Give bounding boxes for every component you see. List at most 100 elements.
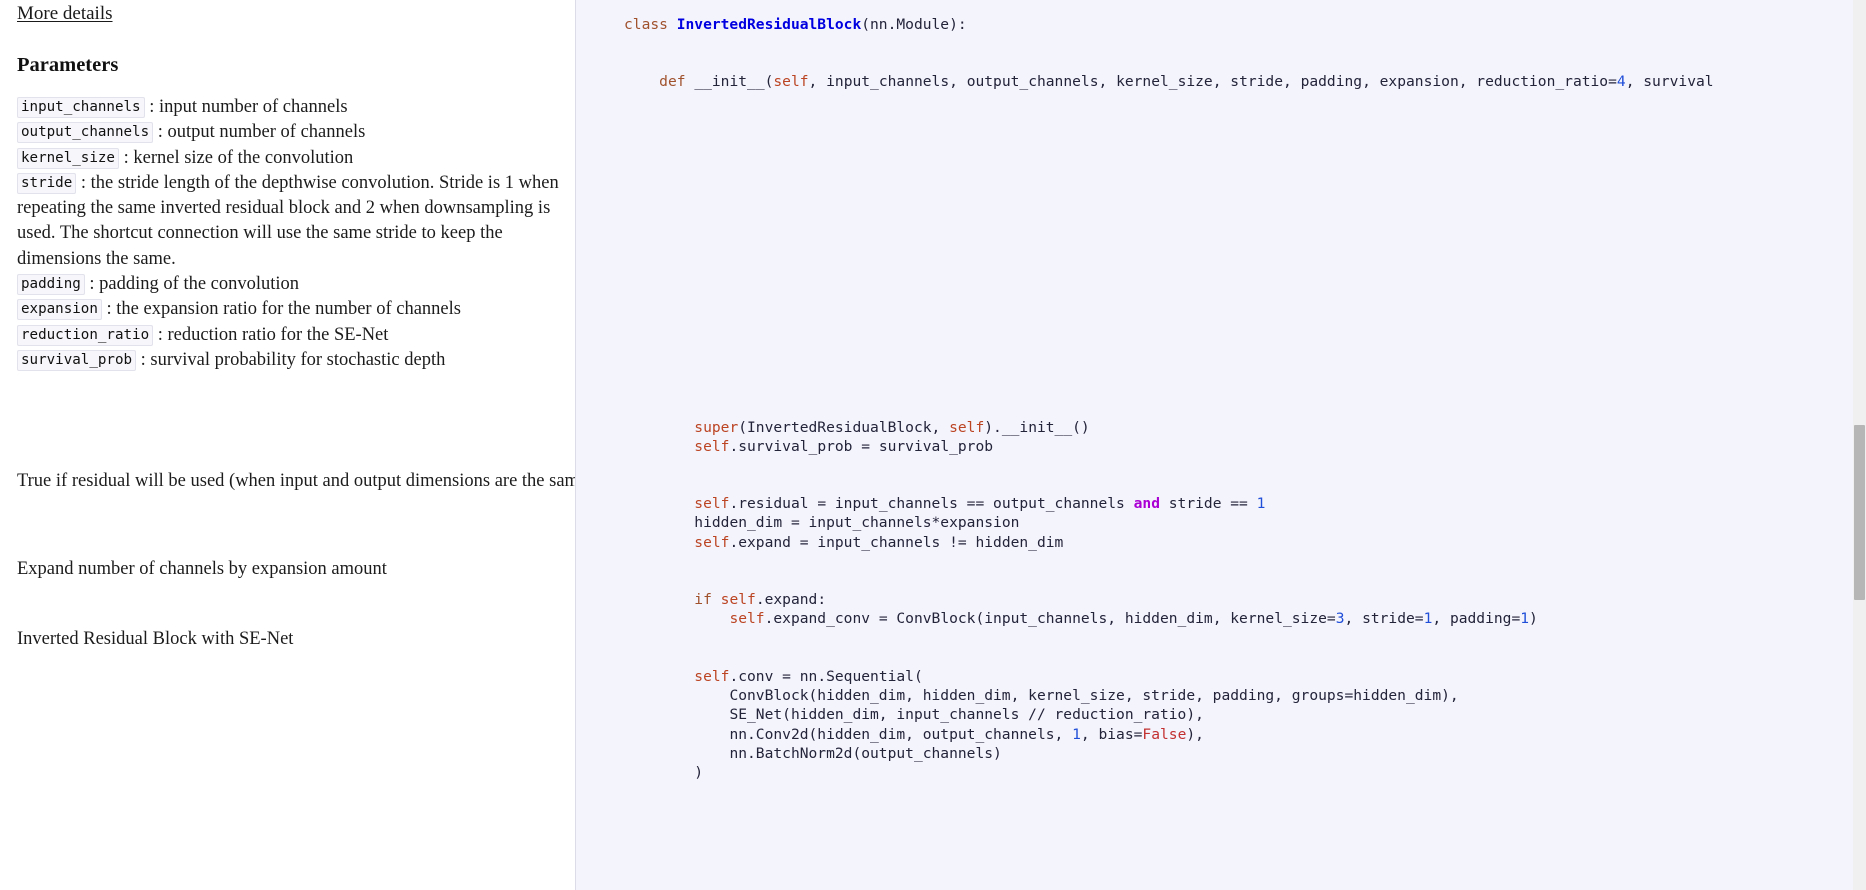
code-line: if self.expand:	[576, 590, 1866, 609]
parameter-name: output_channels	[17, 122, 154, 144]
annotation-residual: True if residual will be used (when inpu…	[17, 471, 575, 491]
code-token: SE_Net(hidden_dim, input_channels // red…	[729, 706, 1204, 724]
code-token: InvertedResidualBlock	[676, 15, 862, 33]
code-token: , bias=	[1080, 725, 1143, 743]
code-token: .expand = input_channels != hidden_dim	[729, 533, 1064, 551]
parameter-item: kernel_size : kernel size of the convolu…	[17, 146, 562, 171]
code-line: self.survival_prob = survival_prob	[576, 437, 1866, 456]
code-token: , survival	[1625, 73, 1714, 91]
code-token: .residual = input_channels == output_cha…	[729, 495, 1134, 513]
code-token: ConvBlock(hidden_dim, hidden_dim, kernel…	[729, 687, 1459, 705]
code-token: , input_channels, output_channels, kerne…	[808, 73, 1617, 91]
code-line: self.residual = input_channels == output…	[576, 494, 1866, 513]
code-line: def __init__(self, input_channels, outpu…	[576, 72, 1866, 91]
parameter-description: : output number of channels	[153, 122, 366, 143]
vertical-scrollbar-track[interactable]	[1853, 0, 1866, 890]
code-line: self.expand_conv = ConvBlock(input_chann…	[576, 609, 1866, 628]
code-token: self	[694, 495, 730, 513]
code-line: hidden_dim = input_channels*expansion	[576, 513, 1866, 532]
parameters-heading: Parameters	[17, 54, 119, 76]
code-token: .expand:	[755, 591, 827, 609]
parameter-name: survival_prob	[17, 349, 137, 371]
code-token: class	[624, 15, 677, 33]
code-token: self	[773, 73, 809, 91]
code-token: , stride=	[1344, 610, 1424, 628]
parameter-item: reduction_ratio : reduction ratio for th…	[17, 323, 562, 348]
code-token: 1	[1072, 725, 1081, 743]
code-token: def	[659, 73, 695, 91]
code-token: self	[694, 437, 730, 455]
code-token: (InvertedResidualBlock,	[738, 418, 950, 436]
python-code-block[interactable]: class InvertedResidualBlock(nn.Module): …	[576, 15, 1866, 890]
parameter-name: stride	[17, 172, 77, 194]
code-token: if	[694, 591, 721, 609]
code-token: ),	[1186, 725, 1204, 743]
parameter-description: : input number of channels	[144, 97, 348, 117]
code-token: and	[1133, 495, 1160, 513]
parameter-description: : kernel size of the convolution	[118, 147, 354, 168]
parameter-description: : padding of the convolution	[84, 274, 300, 295]
parameter-item: output_channels : output number of chann…	[17, 120, 562, 145]
code-token: .conv = nn.Sequential(	[729, 667, 923, 685]
code-token: ).__init__()	[984, 418, 1090, 436]
code-token: )	[694, 763, 704, 781]
code-token: stride ==	[1159, 495, 1257, 513]
parameter-name: padding	[17, 274, 85, 296]
parameter-name: kernel_size	[17, 147, 119, 169]
more-details-link[interactable]: More details	[17, 2, 113, 26]
code-token: __init__(	[694, 73, 774, 91]
parameter-item: padding : padding of the convolution	[17, 272, 562, 297]
code-column: class InvertedResidualBlock(nn.Module): …	[575, 0, 1866, 890]
code-line: super(InvertedResidualBlock, self).__ini…	[576, 418, 1866, 437]
parameter-name: input_channels	[17, 97, 145, 118]
code-line: class InvertedResidualBlock(nn.Module):	[576, 15, 1866, 34]
code-token: self	[729, 610, 765, 628]
parameter-item: expansion : the expansion ratio for the …	[17, 297, 562, 322]
code-token: super	[694, 418, 739, 436]
code-token: 3	[1335, 610, 1345, 628]
documentation-page: More details Parameters input_channels :…	[0, 0, 1866, 890]
code-token: False	[1142, 725, 1187, 743]
prose-column: More details Parameters input_channels :…	[0, 0, 575, 890]
code-line: SE_Net(hidden_dim, input_channels // red…	[576, 705, 1866, 724]
parameter-description: : the stride length of the depthwise con…	[17, 172, 559, 269]
vertical-scrollbar-thumb[interactable]	[1854, 425, 1865, 600]
code-token: .survival_prob = survival_prob	[729, 437, 994, 455]
parameter-item: survival_prob : survival probability for…	[17, 348, 562, 373]
parameter-item: input_channels : input number of channel…	[17, 95, 562, 120]
code-token: nn.BatchNorm2d(output_channels)	[729, 744, 1002, 762]
parameter-name: expansion	[17, 299, 102, 321]
code-token: 1	[1256, 495, 1266, 513]
code-token: self	[694, 533, 730, 551]
code-line: self.conv = nn.Sequential(	[576, 667, 1866, 686]
code-token: nn.Conv2d(hidden_dim, output_channels,	[729, 725, 1073, 743]
code-token: 1	[1520, 610, 1530, 628]
code-line: self.expand = input_channels != hidden_d…	[576, 533, 1866, 552]
code-token: (nn.Module):	[861, 15, 967, 33]
code-token: hidden_dim = input_channels*expansion	[694, 514, 1020, 532]
code-line: ConvBlock(hidden_dim, hidden_dim, kernel…	[576, 686, 1866, 705]
annotation-expand: Expand number of channels by expansion a…	[17, 559, 387, 579]
